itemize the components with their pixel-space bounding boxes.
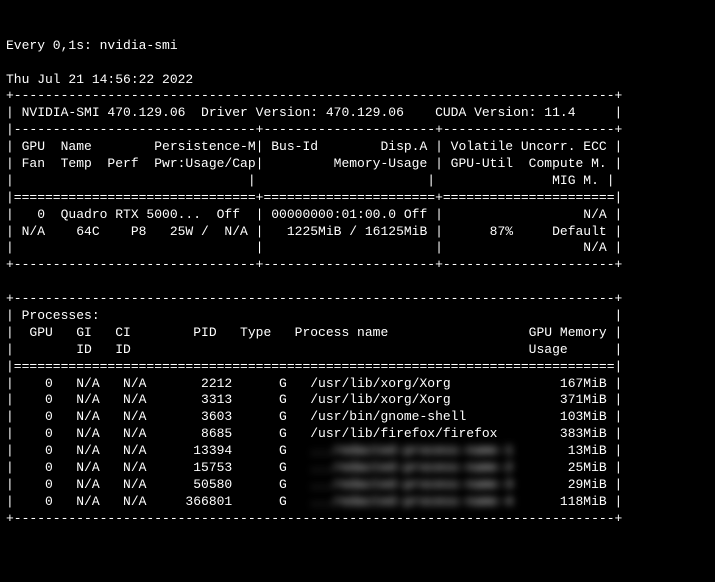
redacted-process-name: ...redacted-process-name-2 [310,460,544,477]
redacted-process-name: ...redacted-process-name-4 [310,494,544,511]
redacted-process-name: ...redacted-process-name-1 [310,443,544,460]
redacted-process-name: ...redacted-process-name-3 [310,477,544,494]
terminal-output: Every 0,1s: nvidia-smi Thu Jul 21 14:56:… [6,38,709,528]
